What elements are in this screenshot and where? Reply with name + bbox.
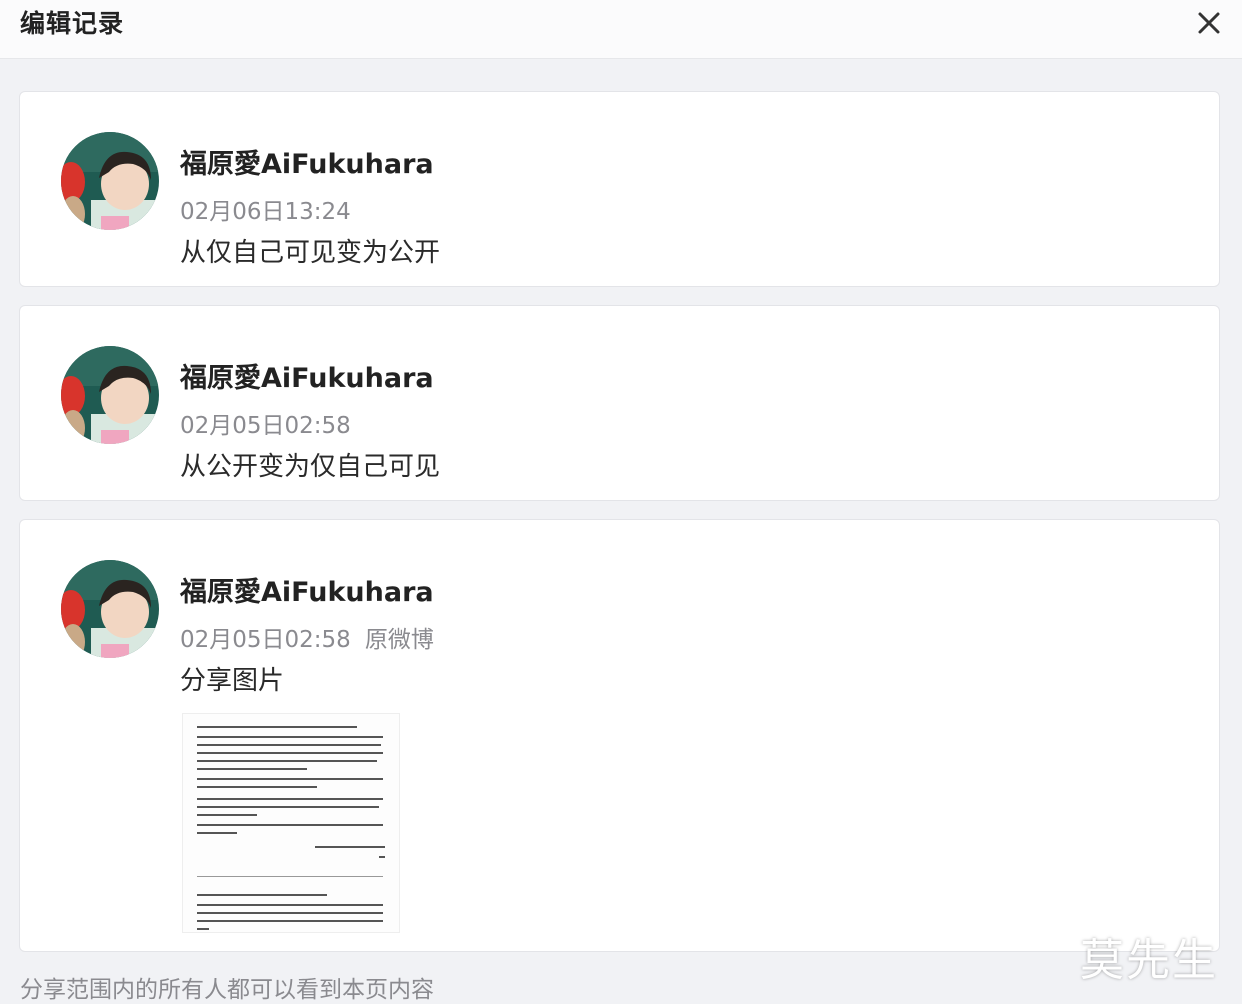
close-icon [1198, 12, 1220, 34]
avatar[interactable] [61, 560, 159, 658]
avatar[interactable] [61, 346, 159, 444]
author-name[interactable]: 福原愛AiFukuhara [180, 570, 434, 609]
record-time: 02月05日02:58 [180, 413, 351, 439]
edit-record-card: 福原愛AiFukuhara 02月05日02:58 原微博 分享图片 [19, 519, 1220, 952]
document-preview-image [197, 726, 385, 930]
record-content: 从公开变为仅自己可见 [180, 452, 441, 482]
author-name[interactable]: 福原愛AiFukuhara [180, 142, 434, 181]
record-content: 分享图片 [180, 666, 285, 696]
record-meta: 02月06日13:24 [180, 192, 351, 226]
record-time: 02月06日13:24 [180, 199, 351, 225]
watermark: 莫先生 [1080, 935, 1218, 986]
dialog-title: 编辑记录 [20, 9, 125, 38]
record-meta: 02月05日02:58 [180, 406, 351, 440]
edit-record-card: 福原愛AiFukuhara 02月05日02:58 从公开变为仅自己可见 [19, 305, 1220, 501]
original-post-link[interactable]: 原微博 [365, 627, 434, 653]
record-time: 02月05日02:58 [180, 627, 351, 653]
close-button[interactable] [1192, 6, 1226, 40]
record-content: 从仅自己可见变为公开 [180, 238, 441, 268]
edit-record-card: 福原愛AiFukuhara 02月06日13:24 从仅自己可见变为公开 [19, 91, 1220, 287]
avatar[interactable] [61, 132, 159, 230]
author-name[interactable]: 福原愛AiFukuhara [180, 356, 434, 395]
record-meta: 02月05日02:58 原微博 [180, 620, 434, 654]
shared-image-thumbnail[interactable] [182, 713, 400, 933]
visibility-note: 分享范围内的所有人都可以看到本页内容 [20, 977, 434, 1003]
dialog-header: 编辑记录 [0, 0, 1242, 59]
